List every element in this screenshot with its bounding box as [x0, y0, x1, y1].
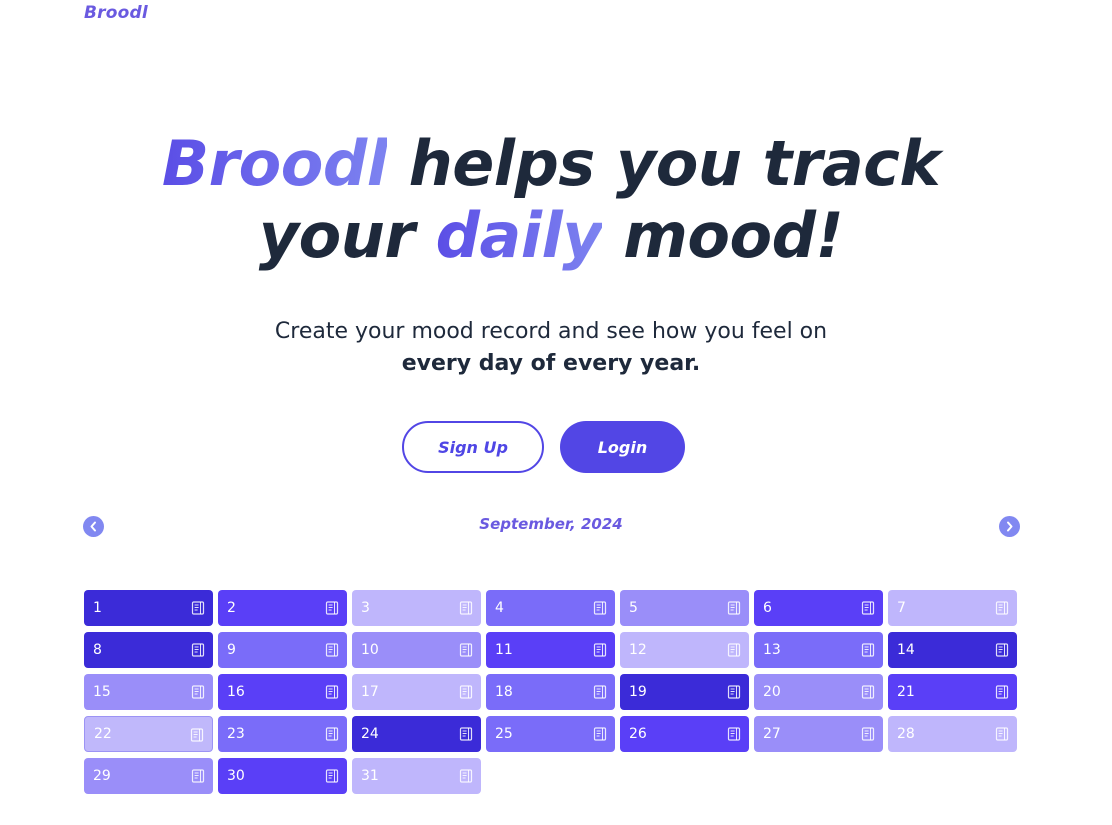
notebook-icon	[191, 601, 205, 615]
chevron-right-icon	[1007, 521, 1013, 532]
calendar-day[interactable]: 29	[84, 758, 213, 794]
calendar-day[interactable]: 11	[486, 632, 615, 668]
calendar-day[interactable]: 22	[84, 716, 213, 752]
notebook-icon	[325, 643, 339, 657]
notebook-icon	[995, 727, 1009, 741]
calendar-day[interactable]: 27	[754, 716, 883, 752]
calendar-day[interactable]: 28	[888, 716, 1017, 752]
notebook-icon	[593, 643, 607, 657]
notebook-icon	[593, 601, 607, 615]
notebook-icon	[861, 685, 875, 699]
notebook-icon	[995, 685, 1009, 699]
notebook-icon	[593, 685, 607, 699]
notebook-icon	[995, 643, 1009, 657]
logo[interactable]: Broodl	[84, 3, 148, 23]
subtitle: Create your mood record and see how you …	[0, 316, 1102, 380]
notebook-icon	[325, 727, 339, 741]
subtitle-line2: every day of every year.	[401, 351, 701, 376]
login-button[interactable]: Login	[560, 421, 685, 473]
signup-button[interactable]: Sign Up	[402, 421, 544, 473]
calendar-day[interactable]: 18	[486, 674, 615, 710]
hero-brand: Broodl	[161, 127, 388, 200]
notebook-icon	[593, 727, 607, 741]
subtitle-line1: Create your mood record and see how you …	[274, 319, 828, 344]
calendar-day[interactable]: 23	[218, 716, 347, 752]
notebook-icon	[727, 643, 741, 657]
notebook-icon	[191, 769, 205, 783]
calendar-day[interactable]: 9	[218, 632, 347, 668]
notebook-icon	[459, 769, 473, 783]
calendar-day[interactable]: 6	[754, 590, 883, 626]
next-month-button[interactable]	[999, 516, 1020, 537]
notebook-icon	[459, 685, 473, 699]
notebook-icon	[727, 727, 741, 741]
calendar-day[interactable]: 4	[486, 590, 615, 626]
calendar-day[interactable]: 1	[84, 590, 213, 626]
hero-line2-prefix: your	[258, 199, 415, 272]
notebook-icon	[727, 601, 741, 615]
notebook-icon	[861, 601, 875, 615]
notebook-icon	[727, 685, 741, 699]
calendar-day[interactable]: 7	[888, 590, 1017, 626]
notebook-icon	[325, 601, 339, 615]
calendar-day[interactable]: 31	[352, 758, 481, 794]
calendar-day[interactable]: 8	[84, 632, 213, 668]
calendar-grid: 1 2 3 4 5 6 7 8 9 10 11 12 13 14 15 16 17 18 19 20 21 22 23 24 2…	[84, 590, 1020, 794]
calendar-day[interactable]: 26	[620, 716, 749, 752]
notebook-icon	[861, 727, 875, 741]
hero-heading: Broodl helps you track your daily mood!	[0, 128, 1102, 272]
notebook-icon	[459, 727, 473, 741]
hero-line2-suffix: mood!	[623, 199, 844, 272]
notebook-icon	[191, 643, 205, 657]
notebook-icon	[325, 769, 339, 783]
calendar-day[interactable]: 16	[218, 674, 347, 710]
calendar-day[interactable]: 17	[352, 674, 481, 710]
calendar-day[interactable]: 10	[352, 632, 481, 668]
notebook-icon	[995, 601, 1009, 615]
calendar-day[interactable]: 14	[888, 632, 1017, 668]
notebook-icon	[190, 728, 204, 742]
notebook-icon	[861, 643, 875, 657]
calendar-day[interactable]: 15	[84, 674, 213, 710]
calendar-day[interactable]: 19	[620, 674, 749, 710]
notebook-icon	[191, 685, 205, 699]
hero-line1-rest: helps you track	[408, 127, 941, 200]
calendar-day[interactable]: 5	[620, 590, 749, 626]
calendar-day[interactable]: 2	[218, 590, 347, 626]
calendar-day[interactable]: 25	[486, 716, 615, 752]
calendar-day[interactable]: 12	[620, 632, 749, 668]
calendar-day[interactable]: 21	[888, 674, 1017, 710]
notebook-icon	[459, 643, 473, 657]
hero-highlight: daily	[435, 199, 603, 272]
calendar-day[interactable]: 13	[754, 632, 883, 668]
calendar-day[interactable]: 24	[352, 716, 481, 752]
calendar-day[interactable]: 3	[352, 590, 481, 626]
notebook-icon	[459, 601, 473, 615]
calendar-day[interactable]: 20	[754, 674, 883, 710]
notebook-icon	[325, 685, 339, 699]
calendar-day[interactable]: 30	[218, 758, 347, 794]
month-label: September, 2024	[479, 515, 623, 533]
